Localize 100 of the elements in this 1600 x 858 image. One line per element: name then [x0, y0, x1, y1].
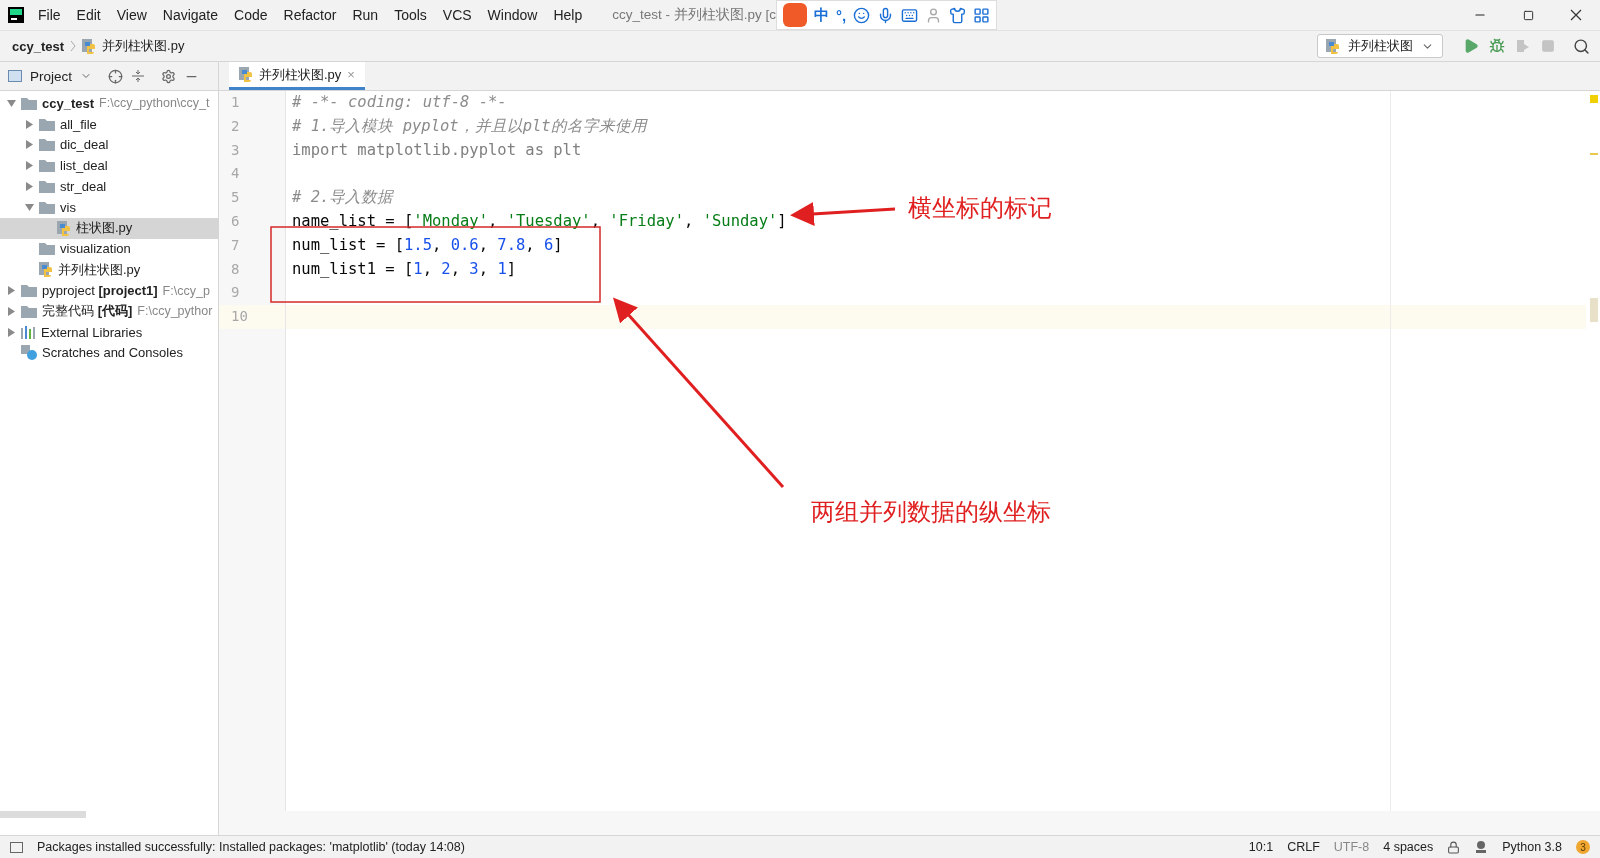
panel-icon: [8, 70, 22, 82]
collapsed-arrow-icon[interactable]: [24, 161, 34, 171]
code-line: num_list = [1.5, 0.6, 7.8, 6]: [292, 235, 563, 254]
tree-item-label[interactable]: str_deal: [60, 179, 107, 195]
tree-item-label[interactable]: External Libraries: [41, 324, 143, 340]
line-number: 8: [230, 259, 241, 279]
menu-item[interactable]: Code: [226, 7, 276, 23]
collapsed-arrow-icon[interactable]: [6, 286, 16, 296]
panel-toggle-icon[interactable]: [10, 841, 23, 853]
window-title: ccy_test - 并列柱状图.py [c: [612, 6, 776, 24]
close-icon[interactable]: [1570, 9, 1582, 21]
notification-badge[interactable]: 3: [1576, 840, 1590, 854]
menu-item[interactable]: Navigate: [154, 7, 227, 23]
python-file-icon: [1326, 38, 1340, 54]
folder-icon: [39, 138, 55, 152]
lock-icon[interactable]: [1447, 840, 1461, 854]
collapsed-arrow-icon[interactable]: [24, 140, 34, 150]
chevron-right-icon: [70, 40, 77, 52]
app-logo-icon: [8, 7, 24, 23]
folder-icon: [21, 304, 37, 318]
tree-item-path: F:\ccy_python\ccy_t: [99, 96, 210, 111]
interpreter[interactable]: Python 3.8: [1502, 840, 1562, 854]
folder-icon: [21, 96, 37, 110]
tree-item-label[interactable]: Scratches and Consoles: [42, 345, 183, 361]
tree-item-label[interactable]: pyproject [project1]: [42, 283, 158, 299]
ime-mode-label[interactable]: 中: [814, 5, 829, 25]
collapsed-arrow-icon[interactable]: [24, 182, 34, 192]
inspector-icon[interactable]: [1474, 840, 1489, 854]
code-line: import matplotlib.pyplot as plt: [292, 140, 582, 159]
menu-item[interactable]: VCS: [434, 7, 480, 23]
restore-icon[interactable]: [1522, 9, 1534, 21]
menu-item[interactable]: Edit: [68, 7, 109, 23]
python-file-icon: [82, 38, 97, 54]
expanded-arrow-icon[interactable]: [6, 98, 16, 108]
collapsed-arrow-icon[interactable]: [24, 119, 34, 129]
run-icon[interactable]: [1463, 38, 1479, 54]
settings-icon[interactable]: [161, 68, 177, 84]
tree-item-label[interactable]: ccy_test: [42, 95, 95, 111]
annotation-text: 横坐标的标记: [908, 193, 1052, 223]
line-number: 6: [230, 212, 241, 231]
locate-icon[interactable]: [108, 68, 124, 84]
tree-item-path: F:\ccy_pythor: [137, 304, 213, 319]
shirt-icon[interactable]: [949, 6, 967, 24]
tree-item-label[interactable]: vis: [60, 199, 76, 215]
tree-item-label[interactable]: dic_deal: [60, 137, 109, 153]
search-icon[interactable]: [1573, 37, 1590, 55]
keyboard-icon[interactable]: [901, 6, 919, 24]
collapse-all-icon[interactable]: [131, 69, 146, 83]
emoji-icon[interactable]: [853, 6, 871, 24]
collapsed-arrow-icon[interactable]: [6, 327, 16, 337]
line-separator[interactable]: CRLF: [1287, 840, 1320, 854]
menu-item[interactable]: Run: [344, 7, 387, 23]
ime-punctuation-label[interactable]: °,: [836, 6, 847, 24]
menu-item[interactable]: Help: [545, 7, 591, 23]
tree-item-label[interactable]: visualization: [60, 241, 131, 257]
breadcrumb[interactable]: 并列柱状图.py: [102, 37, 185, 55]
code-line: # -*- coding: utf-8 -*-: [292, 93, 507, 111]
code-line: # 1.导入模块 pyplot，并且以plt的名字来使用: [292, 116, 647, 135]
project-dropdown[interactable]: Project: [30, 68, 73, 84]
annotation-text: 两组并列数据的纵坐标: [811, 497, 1051, 527]
debug-icon[interactable]: [1489, 38, 1505, 54]
library-icon: [21, 325, 36, 339]
menu-item[interactable]: File: [30, 7, 69, 23]
python-file-icon: [39, 262, 53, 278]
code-line: # 2.导入数据: [292, 188, 394, 207]
line-number: 7: [230, 235, 241, 255]
warning-marker[interactable]: [1590, 153, 1598, 155]
grid-icon[interactable]: [973, 6, 991, 24]
folder-icon: [39, 117, 55, 131]
scrollbar-thumb[interactable]: [1590, 298, 1598, 322]
folder-icon: [39, 200, 55, 214]
line-number: 4: [230, 164, 241, 184]
menu-item[interactable]: Refactor: [275, 7, 345, 23]
warning-marker[interactable]: [1590, 95, 1598, 103]
python-file-icon: [57, 220, 71, 236]
run-configuration-dropdown[interactable]: 并列柱状图: [1317, 34, 1443, 58]
tree-item-label[interactable]: 完整代码 [代码]: [42, 302, 133, 321]
expanded-arrow-icon[interactable]: [24, 202, 34, 212]
tree-item-label[interactable]: 并列柱状图.py: [58, 260, 141, 279]
folder-icon: [39, 242, 55, 256]
line-number: 2: [230, 116, 241, 136]
menu-item[interactable]: Window: [479, 7, 546, 23]
tree-item-label[interactable]: all_file: [60, 116, 97, 132]
folder-icon: [39, 180, 55, 194]
scrollbar-thumb[interactable]: [0, 811, 86, 818]
line-number: 5: [230, 188, 241, 208]
menu-item[interactable]: Tools: [386, 7, 435, 23]
collapsed-arrow-icon[interactable]: [6, 306, 16, 316]
tree-item-label[interactable]: list_deal: [60, 158, 108, 174]
line-number: 10: [219, 305, 285, 329]
folder-icon: [39, 159, 55, 173]
menu-item[interactable]: View: [108, 7, 155, 23]
scratch-icon: [21, 345, 37, 361]
editor-tab[interactable]: 并列柱状图.py ×: [229, 62, 365, 90]
caret-position[interactable]: 10:1: [1248, 840, 1274, 854]
breadcrumb[interactable]: ccy_test: [12, 38, 65, 54]
line-number: 9: [230, 283, 241, 303]
horizontal-scrollbar[interactable]: [219, 811, 1600, 835]
status-message: Packages installed successfully: Installed packages: 'matplotlib' (today 14:08): [37, 840, 465, 854]
indent-setting[interactable]: 4 spaces: [1383, 840, 1434, 854]
